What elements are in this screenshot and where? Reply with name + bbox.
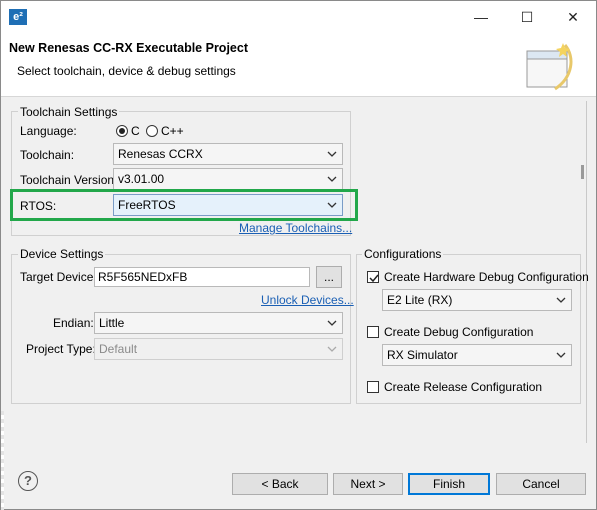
toolchain-settings-legend: Toolchain Settings [18, 105, 120, 119]
rtos-select-value: FreeRTOS [118, 198, 176, 212]
toolchain-version-label: Toolchain Version: [20, 173, 118, 187]
language-c-label[interactable]: C [131, 123, 140, 139]
minimize-button[interactable]: — [458, 1, 504, 33]
chevron-down-icon [326, 343, 338, 355]
release-checkbox[interactable] [367, 381, 379, 393]
target-device-label: Target Device: [20, 270, 97, 284]
chevron-down-icon [555, 294, 567, 306]
cancel-button[interactable]: Cancel [496, 473, 586, 495]
project-type-label: Project Type: [26, 342, 96, 356]
endian-select-value: Little [99, 316, 125, 330]
chevron-down-icon [326, 199, 338, 211]
wizard-subtitle: Select toolchain, device & debug setting… [17, 64, 236, 78]
toolchain-version-select[interactable]: v3.01.00 [113, 168, 343, 190]
close-button[interactable]: ✕ [550, 1, 596, 33]
hw-debug-label[interactable]: Create Hardware Debug Configuration [384, 269, 589, 285]
rtos-label: RTOS: [20, 199, 57, 213]
hw-debug-tool-select[interactable]: E2 Lite (RX) [382, 289, 572, 311]
title-bar: e² — ☐ ✕ [1, 1, 596, 33]
back-button[interactable]: < Back [232, 473, 328, 495]
browse-device-button[interactable]: ... [316, 266, 342, 288]
release-label[interactable]: Create Release Configuration [384, 379, 542, 395]
language-label: Language: [20, 124, 77, 138]
wizard-header: New Renesas CC-RX Executable Project Sel… [1, 33, 596, 97]
finish-button[interactable]: Finish [408, 473, 490, 495]
unlock-devices-link[interactable]: Unlock Devices... [261, 293, 354, 307]
debug-checkbox[interactable] [367, 326, 379, 338]
toolchain-select[interactable]: Renesas CCRX [113, 143, 343, 165]
window-edge-decoration [1, 411, 4, 510]
toolchain-label: Toolchain: [20, 148, 75, 162]
hw-debug-tool-value: E2 Lite (RX) [387, 293, 453, 307]
next-button[interactable]: Next > [333, 473, 403, 495]
maximize-button[interactable]: ☐ [504, 1, 550, 33]
endian-label: Endian: [53, 316, 94, 330]
chevron-down-icon [326, 148, 338, 160]
wizard-title: New Renesas CC-RX Executable Project [9, 41, 248, 55]
language-c-radio[interactable] [116, 125, 128, 137]
manage-toolchains-link[interactable]: Manage Toolchains... [239, 221, 352, 235]
device-settings-legend: Device Settings [18, 247, 106, 261]
project-type-select-value: Default [99, 342, 138, 356]
language-cpp-label[interactable]: C++ [161, 123, 184, 139]
endian-select[interactable]: Little [94, 312, 343, 334]
toolchain-select-value: Renesas CCRX [118, 147, 203, 161]
debug-tool-value: RX Simulator [387, 348, 458, 362]
target-device-input[interactable]: R5F565NEDxFB [94, 267, 310, 287]
debug-tool-select[interactable]: RX Simulator [382, 344, 572, 366]
debug-label[interactable]: Create Debug Configuration [384, 324, 533, 340]
language-cpp-radio[interactable] [146, 125, 158, 137]
rtos-select[interactable]: FreeRTOS [113, 194, 343, 216]
scrollbar-thumb[interactable] [581, 165, 584, 179]
project-type-select: Default [94, 338, 343, 360]
e2-studio-app-icon: e² [9, 9, 27, 25]
wizard-window: e² — ☐ ✕ New Renesas CC-RX Executable Pr… [0, 0, 597, 510]
help-icon[interactable]: ? [18, 471, 38, 491]
chevron-down-icon [555, 349, 567, 361]
chevron-down-icon [326, 317, 338, 329]
chevron-down-icon [326, 173, 338, 185]
toolchain-version-value: v3.01.00 [118, 172, 165, 186]
hw-debug-checkbox[interactable] [367, 271, 379, 283]
configurations-legend: Configurations [362, 247, 444, 261]
wizard-banner-icon [525, 43, 573, 91]
